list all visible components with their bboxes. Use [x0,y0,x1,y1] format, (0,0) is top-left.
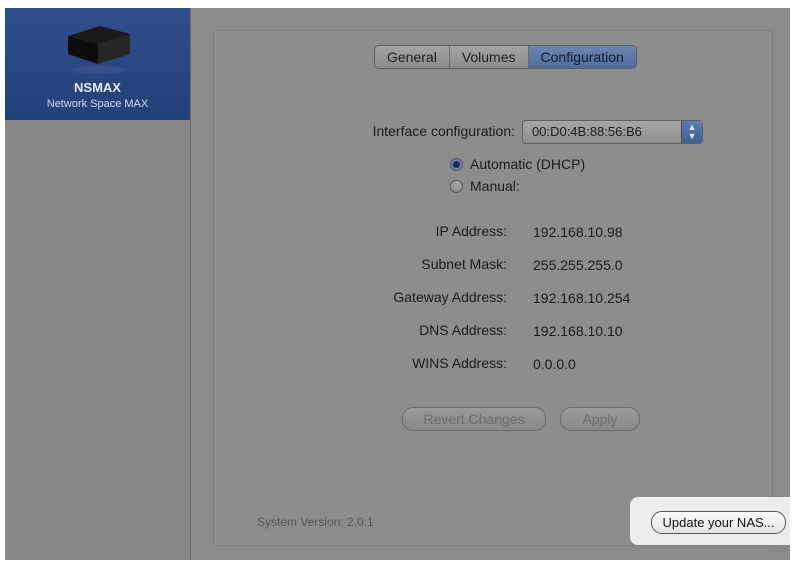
device-name: NSMAX [74,80,121,95]
device-subtitle: Network Space MAX [46,98,149,110]
wins-address-value: 0.0.0.0 [533,356,576,372]
updown-arrows-icon: ▲ ▼ [681,121,702,143]
tab-configuration[interactable]: Configuration [528,46,636,68]
wins-address-label: WINS Address: [412,355,507,371]
ip-address-label: IP Address: [435,223,507,239]
nas-drive-icon [68,26,130,74]
system-version: System Version: 2.0.1 [257,515,374,529]
interface-config-label: Interface configuration: [372,123,515,139]
app-window: NSMAX Network Space MAX General Volumes … [5,8,790,560]
interface-select[interactable]: 00:D0:4B:88:56:B6 ▲ ▼ [522,120,703,144]
tab-volumes[interactable]: Volumes [450,46,529,68]
sidebar: NSMAX Network Space MAX [5,8,191,560]
configuration-panel: General Volumes Configuration Interface … [213,30,790,546]
radio-manual[interactable] [450,180,463,193]
radio-automatic-label: Automatic (DHCP) [470,156,586,172]
dns-address-value: 192.168.10.10 [533,323,623,339]
revert-changes-button[interactable]: Revert Changes [402,407,546,431]
gateway-address-value: 192.168.10.254 [533,290,631,306]
radio-automatic-dhcp[interactable] [450,158,463,171]
subnet-mask-value: 255.255.255.0 [533,257,623,273]
subnet-mask-label: Subnet Mask: [421,256,507,272]
tab-bar: General Volumes Configuration [374,45,637,69]
gateway-address-label: Gateway Address: [393,289,507,305]
update-nas-button[interactable]: Update your NAS... [651,511,786,534]
apply-button[interactable]: Apply [560,407,640,431]
main-pane: General Volumes Configuration Interface … [191,8,790,560]
radio-manual-label: Manual: [470,178,520,194]
tab-general[interactable]: General [375,46,450,68]
dns-address-label: DNS Address: [419,322,507,338]
interface-select-value: 00:D0:4B:88:56:B6 [532,124,642,139]
ip-address-value: 192.168.10.98 [533,224,623,240]
sidebar-item-nsmax[interactable]: NSMAX Network Space MAX [5,8,190,120]
